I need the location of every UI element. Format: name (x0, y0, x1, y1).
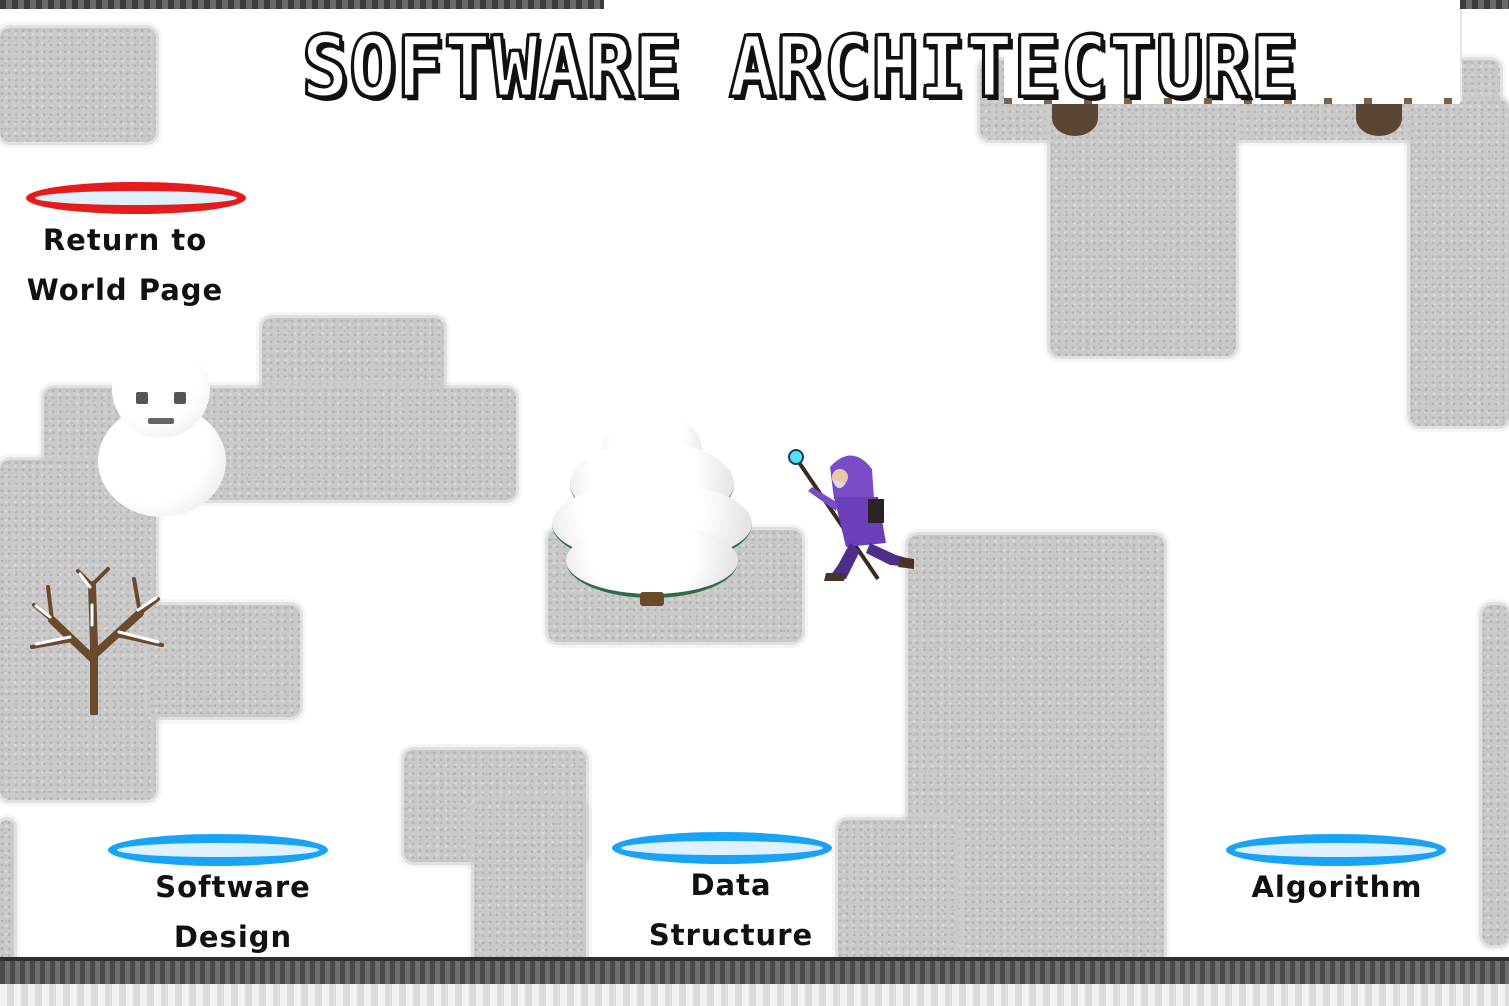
bare-snowy-tree (30, 567, 164, 715)
gravel-patch (0, 820, 14, 970)
wizard-boot (898, 557, 914, 569)
data-structure-label-line2: Structure (648, 918, 814, 952)
software-design-label-line1: Software (155, 870, 311, 904)
gravel-patch (1050, 100, 1236, 356)
wizard-boot (824, 573, 846, 581)
algorithm-label: Algorithm (1212, 862, 1462, 912)
data-structure-label-line1: Data (690, 868, 772, 902)
game-scene: SOFTWARE ARCHITECTURE Return to World Pa… (0, 0, 1509, 1006)
return-portal[interactable] (26, 182, 246, 214)
pine-trunk (640, 592, 664, 606)
map-bottom-edge (0, 957, 1509, 1006)
wizard-character[interactable] (786, 447, 916, 583)
return-label-line1: Return to (42, 223, 208, 257)
gravel-patch (474, 800, 586, 970)
map-top-edge (0, 0, 604, 9)
software-design-label-line2: Design (173, 920, 293, 954)
gravel-patch (1482, 605, 1509, 945)
snowman-eye (174, 392, 186, 404)
map-top-edge (1460, 0, 1509, 9)
snowman-eye (136, 392, 148, 404)
page-title: SOFTWARE ARCHITECTURE (300, 17, 1299, 118)
data-structure-label: Data Structure (606, 860, 856, 960)
gravel-patch (838, 820, 958, 970)
software-design-label: Software Design (108, 862, 358, 962)
snowy-pine-tree (552, 412, 752, 602)
gravel-patch (150, 605, 300, 717)
snowman-head (112, 340, 210, 438)
staff-crystal-icon (788, 449, 804, 465)
return-label-line2: World Page (26, 273, 224, 307)
pine-snow-clump (566, 524, 738, 598)
wizard-bag (868, 499, 884, 523)
algorithm-label-line1: Algorithm (1251, 870, 1423, 904)
return-portal-label: Return to World Page (0, 215, 250, 315)
snowman-mouth (148, 418, 174, 424)
gravel-patch (1410, 100, 1509, 426)
